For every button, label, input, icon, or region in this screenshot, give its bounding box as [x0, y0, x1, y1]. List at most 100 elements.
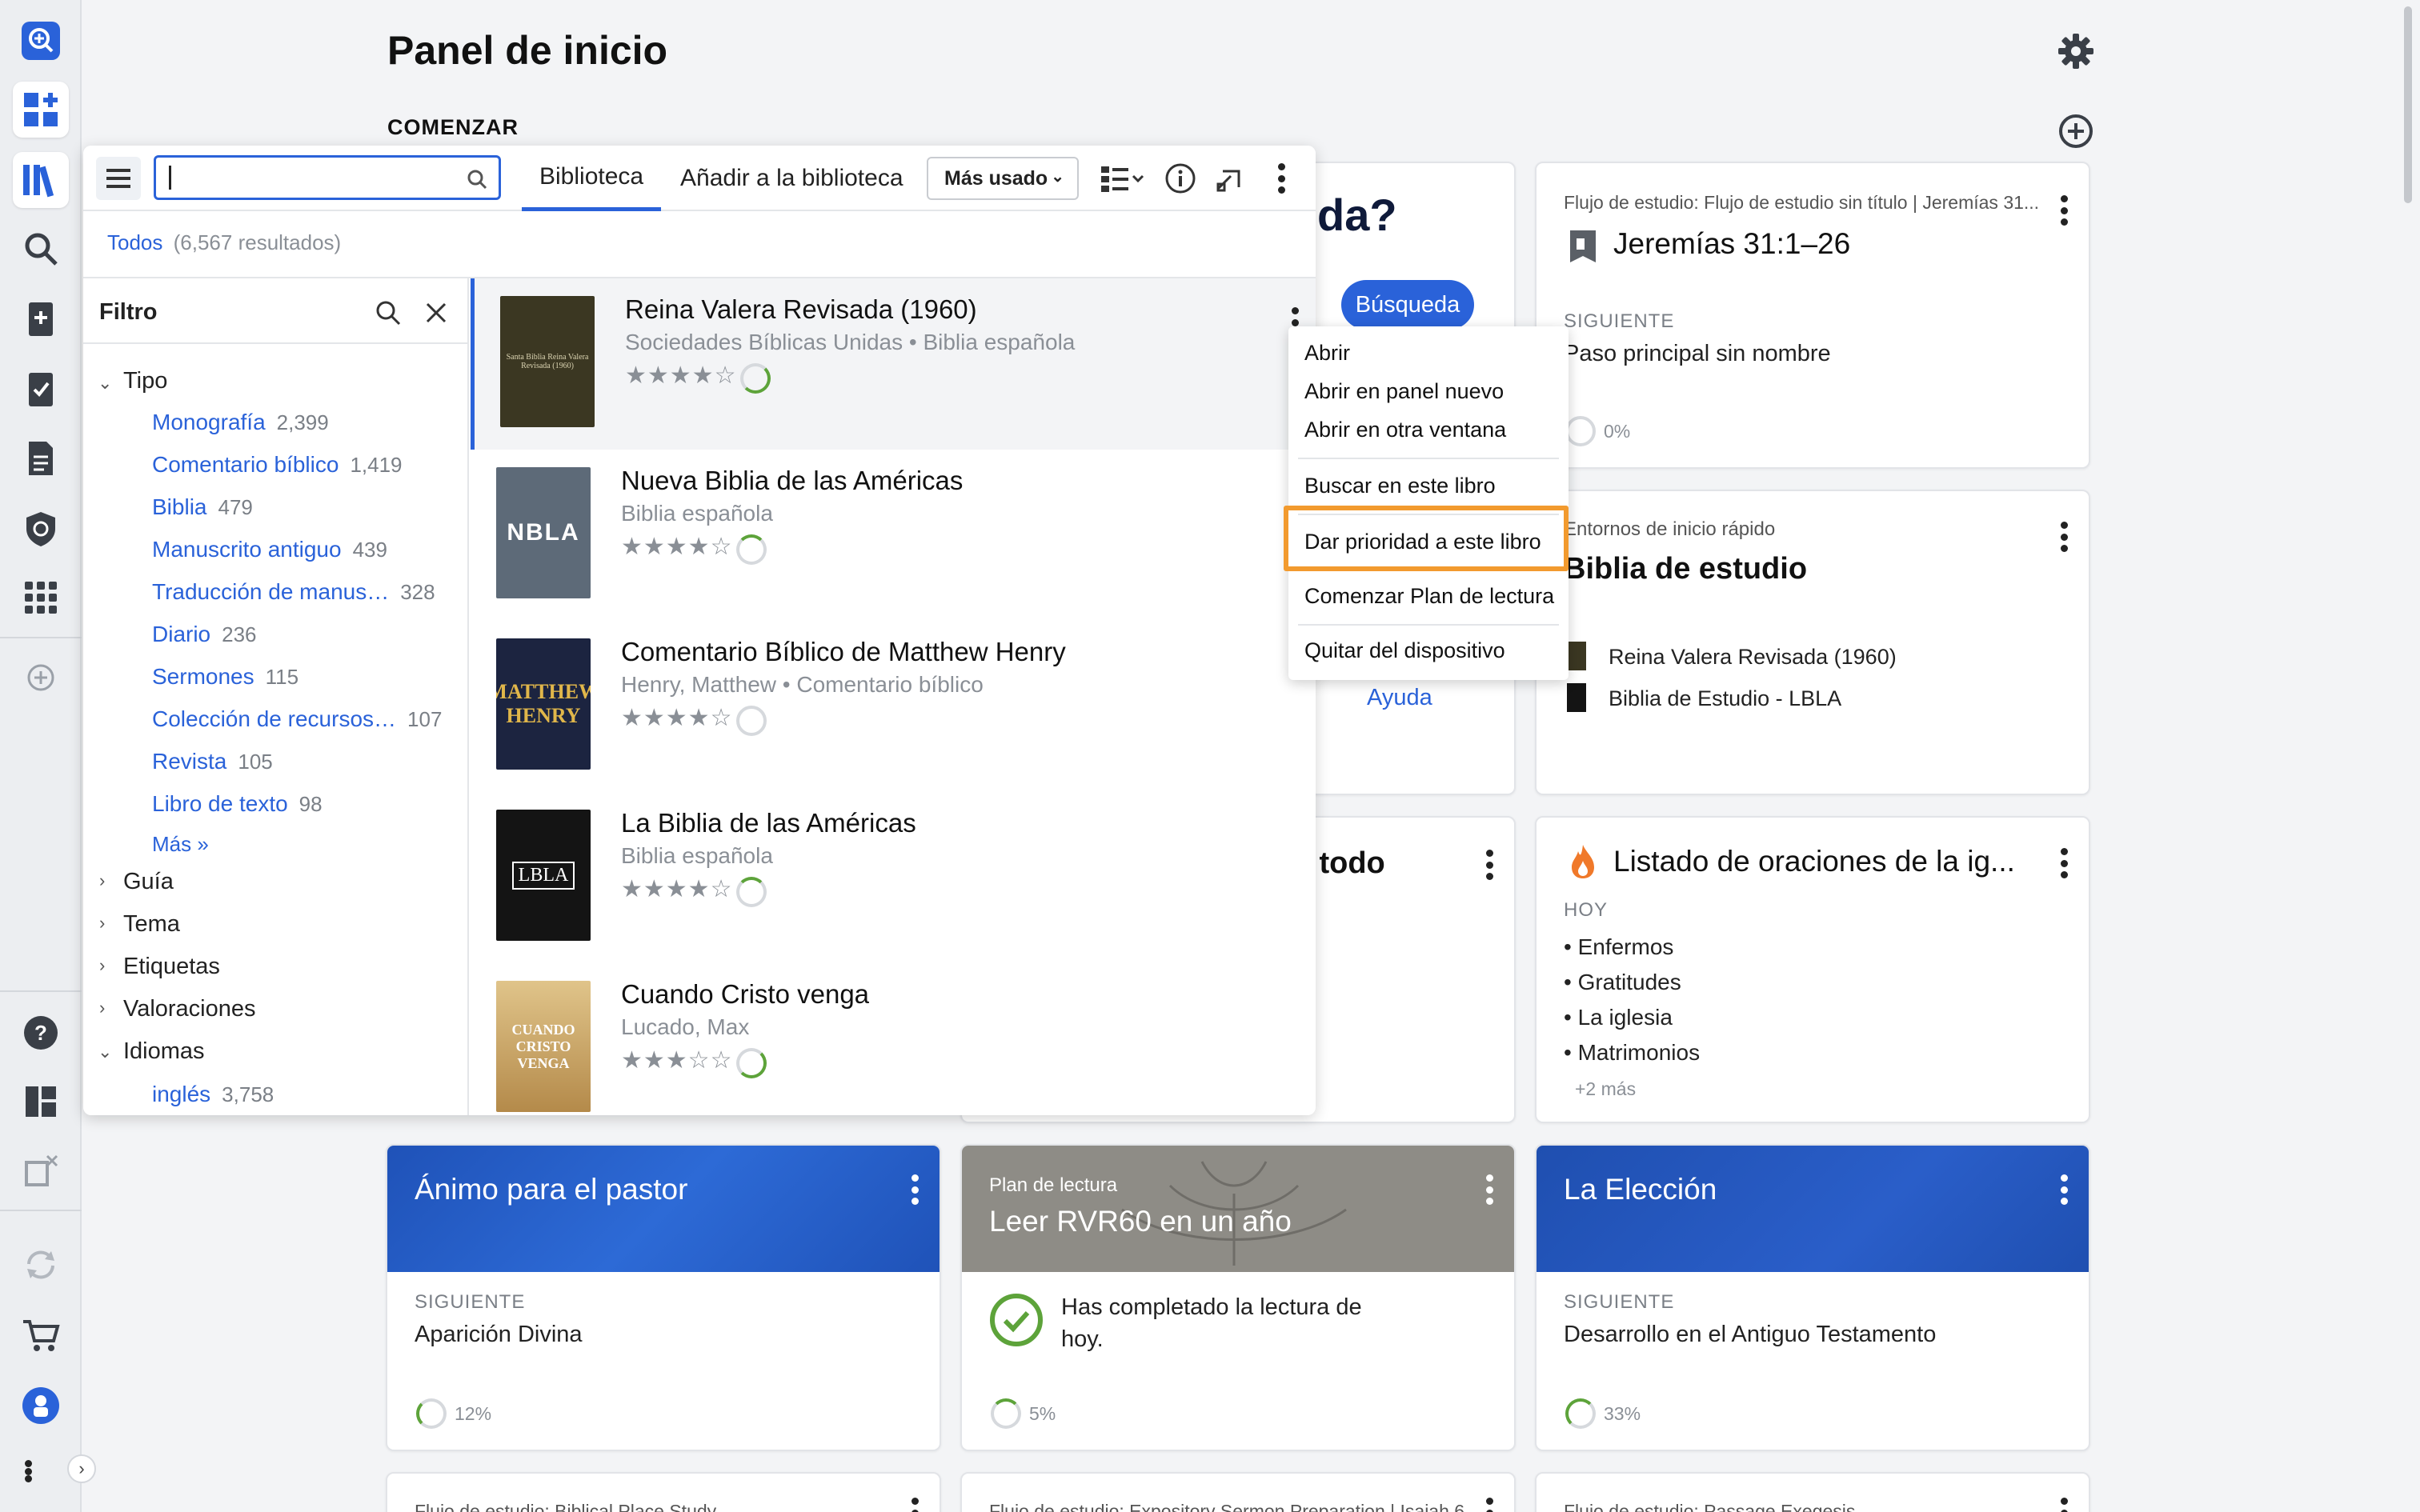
filter-type-label[interactable]: Manuscrito antiguo — [152, 537, 342, 562]
more-vertical-icon[interactable] — [2058, 843, 2069, 883]
library-search-input[interactable] — [154, 155, 501, 200]
filter-group[interactable]: Tema — [123, 911, 180, 938]
menu-item-open-new-window[interactable]: Abrir en otra ventana — [1304, 418, 1506, 442]
rating-stars[interactable]: ★★★★☆ — [621, 704, 732, 732]
chevron-right-icon[interactable]: › — [99, 955, 105, 976]
layout-icon[interactable] — [13, 1074, 69, 1130]
search-icon[interactable] — [467, 169, 487, 190]
checklist-icon[interactable] — [13, 362, 69, 418]
more-vertical-icon[interactable] — [1484, 1493, 1495, 1512]
menu-item-open-new-panel[interactable]: Abrir en panel nuevo — [1304, 379, 1504, 404]
prayer-item[interactable]: • La iglesia — [1564, 1005, 1673, 1030]
more-vertical-icon[interactable] — [2058, 1170, 2069, 1210]
cast-icon[interactable] — [1213, 162, 1247, 195]
search-icon[interactable] — [13, 221, 69, 277]
study-flow-title[interactable]: Jeremías 31:1–26 — [1613, 227, 1850, 261]
menu-item-remove-device[interactable]: Quitar del dispositivo — [1304, 638, 1505, 663]
all-results[interactable]: Todos (6,567 resultados) — [107, 230, 341, 255]
info-icon[interactable] — [1164, 162, 1197, 195]
filter-group[interactable]: Idiomas — [123, 1038, 205, 1065]
book-row[interactable]: MATTHEW HENRY Comentario Bíblico de Matt… — [471, 621, 1316, 792]
filter-group-type[interactable]: Tipo — [123, 368, 167, 394]
more-vertical-icon[interactable] — [1484, 845, 1495, 885]
filter-type-item[interactable]: Revista 105 — [152, 749, 273, 774]
filter-type-item[interactable]: Monografía 2,399 — [152, 410, 329, 435]
search-books-icon[interactable] — [13, 13, 69, 69]
filter-type-item[interactable]: Comentario bíblico 1,419 — [152, 452, 403, 478]
menu-icon[interactable] — [96, 157, 141, 200]
menu-item-open[interactable]: Abrir — [1304, 341, 1350, 366]
rating-stars[interactable]: ★★★☆☆ — [621, 1046, 732, 1074]
more-vertical-icon[interactable] — [2058, 517, 2069, 557]
book-row[interactable]: LBLA La Biblia de las Américas Biblia es… — [471, 792, 1316, 963]
close-panels-icon[interactable] — [13, 1142, 69, 1198]
filter-language-label[interactable]: inglés — [152, 1082, 210, 1106]
quick-start-item[interactable]: Reina Valera Revisada (1960) — [1609, 645, 1897, 670]
search-icon[interactable] — [375, 299, 402, 326]
more-filters-link[interactable]: Más » — [152, 832, 209, 857]
tab-add-to-library[interactable]: Añadir a la biblioteca — [680, 146, 903, 211]
apps-grid-icon[interactable] — [13, 570, 69, 626]
book-title[interactable]: Reina Valera Revisada (1960) — [625, 294, 977, 325]
gear-icon[interactable] — [2055, 30, 2097, 72]
filter-group[interactable]: Etiquetas — [123, 954, 220, 980]
filter-group[interactable]: Guía — [123, 869, 174, 895]
rating-stars[interactable]: ★★★★☆ — [621, 533, 732, 561]
filter-type-item[interactable]: Traducción de manus… 328 — [152, 579, 435, 605]
chevron-down-icon[interactable]: ⌄ — [98, 1042, 112, 1062]
election-title[interactable]: La Elección — [1564, 1173, 1717, 1206]
help-link[interactable]: Ayuda — [1367, 685, 1432, 711]
filter-type-label[interactable]: Sermones — [152, 664, 254, 689]
more-vertical-icon[interactable] — [2058, 1493, 2069, 1512]
filter-type-label[interactable]: Revista — [152, 749, 226, 774]
reading-plan-title[interactable]: Leer RVR60 en un año — [989, 1205, 1292, 1238]
expand-rail-icon[interactable]: › — [67, 1454, 96, 1483]
filter-type-label[interactable]: Libro de texto — [152, 791, 288, 816]
chevron-right-icon[interactable]: › — [99, 870, 105, 891]
more-vertical-icon[interactable] — [16, 1443, 40, 1499]
more-vertical-icon[interactable] — [2058, 190, 2069, 230]
book-title[interactable]: La Biblia de las Américas — [621, 808, 916, 838]
more-vertical-icon[interactable] — [1484, 1170, 1495, 1210]
chevron-right-icon[interactable]: › — [99, 913, 105, 934]
shield-icon[interactable] — [13, 501, 69, 557]
more-vertical-icon[interactable] — [1276, 158, 1287, 198]
filter-language-item[interactable]: inglés 3,758 — [152, 1082, 274, 1107]
book-title[interactable]: Comentario Bíblico de Matthew Henry — [621, 637, 1066, 667]
filter-type-item[interactable]: Colección de recursos… 107 — [152, 706, 442, 732]
book-row[interactable]: NBLA Nueva Biblia de las Américas Biblia… — [471, 450, 1316, 621]
filter-type-item[interactable]: Libro de texto 98 — [152, 791, 323, 817]
filter-type-label[interactable]: Monografía — [152, 410, 266, 434]
chevron-right-icon[interactable]: › — [99, 998, 105, 1018]
tab-library[interactable]: Biblioteca — [522, 146, 662, 211]
filter-type-label[interactable]: Diario — [152, 622, 210, 646]
more-vertical-icon[interactable] — [909, 1170, 920, 1210]
next-item[interactable]: Desarrollo en el Antiguo Testamento — [1564, 1322, 1936, 1348]
filter-type-label[interactable]: Comentario bíblico — [152, 452, 339, 477]
cart-icon[interactable] — [13, 1307, 69, 1363]
menu-item-search-book[interactable]: Buscar en este libro — [1304, 474, 1496, 498]
quick-start-item[interactable]: Biblia de Estudio - LBLA — [1609, 686, 1841, 711]
sync-icon[interactable] — [13, 1237, 69, 1293]
more-items[interactable]: +2 más — [1575, 1078, 1636, 1100]
filter-type-item[interactable]: Manuscrito antiguo 439 — [152, 537, 387, 562]
close-icon[interactable] — [424, 301, 448, 325]
help-icon[interactable]: ? — [13, 1005, 69, 1061]
filter-type-label[interactable]: Colección de recursos… — [152, 706, 396, 731]
prayer-item[interactable]: • Matrimonios — [1564, 1040, 1700, 1066]
next-item[interactable]: Paso principal sin nombre — [1564, 341, 1831, 367]
more-vertical-icon[interactable] — [909, 1493, 920, 1512]
filter-group[interactable]: Valoraciones — [123, 996, 256, 1022]
book-title[interactable]: Nueva Biblia de las Américas — [621, 466, 963, 496]
dashboard-add-icon[interactable] — [13, 82, 69, 138]
prayer-item[interactable]: • Enfermos — [1564, 934, 1673, 960]
page-scrollbar[interactable] — [2404, 6, 2412, 203]
all-label[interactable]: Todos — [107, 230, 162, 254]
filter-type-label[interactable]: Traducción de manus… — [152, 579, 389, 604]
search-button[interactable]: Búsqueda — [1341, 280, 1474, 330]
notes-icon[interactable] — [13, 430, 69, 486]
prayer-list-title[interactable]: Listado de oraciones de la ig... — [1613, 845, 2037, 878]
add-document-icon[interactable] — [13, 291, 69, 347]
next-item[interactable]: Aparición Divina — [415, 1322, 583, 1348]
rating-stars[interactable]: ★★★★☆ — [621, 875, 732, 903]
